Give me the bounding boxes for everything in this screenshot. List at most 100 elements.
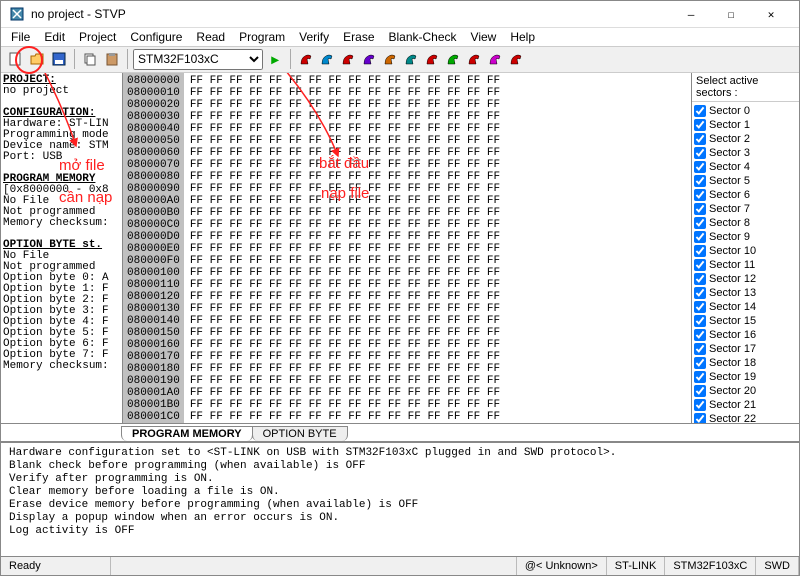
sector-row[interactable]: Sector 3: [694, 146, 797, 160]
window-title: no project - STVP: [31, 7, 671, 21]
tab-option-byte[interactable]: OPTION BYTE: [252, 426, 348, 441]
sector-checkbox[interactable]: [694, 105, 706, 117]
sector-row[interactable]: Sector 4: [694, 160, 797, 174]
separator: [127, 49, 128, 69]
sector-checkbox[interactable]: [694, 133, 706, 145]
sector-checkbox[interactable]: [694, 259, 706, 271]
sector-label: Sector 12: [709, 273, 756, 285]
sector-checkbox[interactable]: [694, 399, 706, 411]
sector-label: Sector 1: [709, 119, 750, 131]
menu-file[interactable]: File: [5, 29, 36, 45]
sector-checkbox[interactable]: [694, 147, 706, 159]
menu-project[interactable]: Project: [73, 29, 122, 45]
sector-row[interactable]: Sector 16: [694, 328, 797, 342]
sector-checkbox[interactable]: [694, 343, 706, 355]
sector-row[interactable]: Sector 21: [694, 398, 797, 412]
sector-checkbox[interactable]: [694, 175, 706, 187]
new-icon[interactable]: [5, 49, 25, 69]
sector-checkbox[interactable]: [694, 119, 706, 131]
sector-row[interactable]: Sector 11: [694, 258, 797, 272]
menu-read[interactable]: Read: [190, 29, 231, 45]
sector-row[interactable]: Sector 0: [694, 104, 797, 118]
sector-label: Sector 3: [709, 147, 750, 159]
menu-view[interactable]: View: [465, 29, 503, 45]
tab-program-memory[interactable]: PROGRAM MEMORY: [121, 426, 253, 441]
action-icon-2[interactable]: [338, 49, 358, 69]
sector-checkbox[interactable]: [694, 161, 706, 173]
sector-row[interactable]: Sector 10: [694, 244, 797, 258]
close-button[interactable]: ✕: [751, 1, 791, 27]
sectors-panel: Select active sectors : Sector 0Sector 1…: [691, 73, 799, 423]
sector-row[interactable]: Sector 18: [694, 356, 797, 370]
log-panel[interactable]: Hardware configuration set to <ST-LINK o…: [1, 441, 799, 556]
sector-row[interactable]: Sector 19: [694, 370, 797, 384]
action-icon-6[interactable]: [422, 49, 442, 69]
menu-program[interactable]: Program: [233, 29, 291, 45]
minimize-button[interactable]: —: [671, 1, 711, 27]
bytes-column: FF FF FF FF FF FF FF FF FF FF FF FF FF F…: [184, 73, 506, 423]
go-button[interactable]: ▸: [265, 49, 285, 69]
sector-checkbox[interactable]: [694, 245, 706, 257]
sector-checkbox[interactable]: [694, 357, 706, 369]
menu-blank-check[interactable]: Blank-Check: [383, 29, 463, 45]
sector-checkbox[interactable]: [694, 273, 706, 285]
menu-verify[interactable]: Verify: [293, 29, 335, 45]
sector-row[interactable]: Sector 7: [694, 202, 797, 216]
sector-row[interactable]: Sector 2: [694, 132, 797, 146]
action-icon-4[interactable]: [380, 49, 400, 69]
sector-row[interactable]: Sector 8: [694, 216, 797, 230]
sector-label: Sector 7: [709, 203, 750, 215]
sector-label: Sector 5: [709, 175, 750, 187]
maximize-button[interactable]: ☐: [711, 1, 751, 27]
sector-checkbox[interactable]: [694, 203, 706, 215]
action-icon-8[interactable]: [464, 49, 484, 69]
status-proto: SWD: [756, 557, 799, 575]
copy-icon[interactable]: [80, 49, 100, 69]
sector-row[interactable]: Sector 13: [694, 286, 797, 300]
sector-row[interactable]: Sector 22: [694, 412, 797, 423]
save-icon[interactable]: [49, 49, 69, 69]
memory-area: 08000000 08000010 08000020 08000030 0800…: [123, 73, 691, 423]
action-icon-0[interactable]: [296, 49, 316, 69]
menu-edit[interactable]: Edit: [38, 29, 71, 45]
sector-row[interactable]: Sector 5: [694, 174, 797, 188]
sector-checkbox[interactable]: [694, 329, 706, 341]
sector-row[interactable]: Sector 14: [694, 300, 797, 314]
sector-row[interactable]: Sector 1: [694, 118, 797, 132]
memory-tabs: PROGRAM MEMORY OPTION BYTE: [1, 423, 799, 442]
sector-label: Sector 4: [709, 161, 750, 173]
separator: [290, 49, 291, 69]
sector-checkbox[interactable]: [694, 315, 706, 327]
sector-checkbox[interactable]: [694, 189, 706, 201]
paste-icon[interactable]: [102, 49, 122, 69]
sector-list: Sector 0Sector 1Sector 2Sector 3 Sector 4…: [692, 102, 799, 423]
action-icon-10[interactable]: [506, 49, 526, 69]
sector-row[interactable]: Sector 9: [694, 230, 797, 244]
sector-row[interactable]: Sector 6: [694, 188, 797, 202]
sector-checkbox[interactable]: [694, 413, 706, 423]
hex-view[interactable]: 08000000 08000010 08000020 08000030 0800…: [123, 73, 691, 423]
action-icon-5[interactable]: [401, 49, 421, 69]
action-icon-3[interactable]: [359, 49, 379, 69]
sector-row[interactable]: Sector 20: [694, 384, 797, 398]
menu-help[interactable]: Help: [504, 29, 541, 45]
action-icon-9[interactable]: [485, 49, 505, 69]
open-icon[interactable]: [27, 49, 47, 69]
sector-checkbox[interactable]: [694, 371, 706, 383]
address-column: 08000000 08000010 08000020 08000030 0800…: [123, 73, 184, 423]
sector-checkbox[interactable]: [694, 287, 706, 299]
sector-label: Sector 17: [709, 343, 756, 355]
chip-select[interactable]: STM32F103xC: [133, 49, 263, 70]
action-icon-1[interactable]: [317, 49, 337, 69]
sector-row[interactable]: Sector 12: [694, 272, 797, 286]
action-icon-7[interactable]: [443, 49, 463, 69]
sector-checkbox[interactable]: [694, 217, 706, 229]
sector-row[interactable]: Sector 17: [694, 342, 797, 356]
status-addr: @< Unknown>: [517, 557, 607, 575]
sector-checkbox[interactable]: [694, 385, 706, 397]
menu-configure[interactable]: Configure: [124, 29, 188, 45]
sector-checkbox[interactable]: [694, 231, 706, 243]
menu-erase[interactable]: Erase: [337, 29, 380, 45]
sector-row[interactable]: Sector 15: [694, 314, 797, 328]
sector-checkbox[interactable]: [694, 301, 706, 313]
